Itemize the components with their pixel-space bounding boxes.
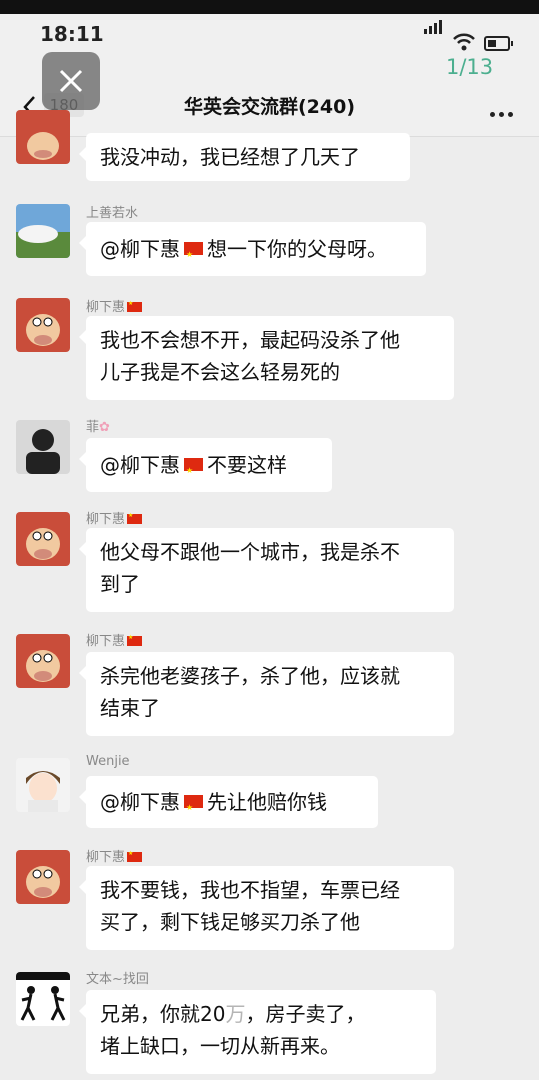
china-flag-icon (127, 634, 143, 646)
sender-name: 柳下惠 (86, 846, 143, 865)
avatar[interactable] (16, 850, 70, 904)
china-flag-icon (127, 300, 143, 312)
sender-name: 菲✿ (86, 420, 110, 435)
avatar[interactable] (16, 758, 70, 812)
sender-name: Wenjie (86, 754, 130, 769)
sender-name: 柳下惠 (86, 296, 143, 315)
china-flag-icon (184, 792, 203, 824)
flower-icon: ✿ (99, 420, 110, 435)
sender-name: 上善若水 (86, 206, 139, 221)
avatar[interactable] (16, 420, 70, 474)
mention[interactable]: @柳下惠 (100, 790, 180, 814)
avatar[interactable] (16, 972, 70, 1026)
more-options-icon[interactable] (490, 102, 517, 121)
message-bubble[interactable]: 我没冲动，我已经想了几天了 (79, 133, 410, 181)
image-pager: 1/13 (446, 55, 494, 79)
avatar[interactable] (16, 512, 70, 566)
china-flag-icon (184, 455, 203, 487)
mention[interactable]: @柳下惠 (100, 237, 180, 261)
china-flag-icon (184, 239, 203, 271)
sender-name: 文本~找回 (86, 972, 149, 987)
avatar[interactable] (16, 634, 70, 688)
avatar[interactable] (16, 110, 70, 164)
message-bubble[interactable]: 我也不会想不开，最起码没杀了他 儿子我是不会这么轻易死的 (79, 316, 454, 400)
sender-name: 柳下惠 (86, 630, 143, 649)
china-flag-icon (127, 850, 143, 862)
mention[interactable]: @柳下惠 (100, 453, 180, 477)
chat-title: 华英会交流群(240) (183, 96, 356, 118)
top-black-bar (0, 0, 539, 14)
message-bubble[interactable]: @柳下惠不要这样 (79, 438, 332, 492)
avatar[interactable] (16, 298, 70, 352)
wifi-icon (453, 33, 475, 51)
message-bubble[interactable]: 他父母不跟他一个城市，我是杀不 到了 (79, 528, 454, 612)
sender-name: 柳下惠 (86, 508, 143, 527)
message-bubble[interactable]: @柳下惠先让他赔你钱 (79, 776, 378, 828)
battery-icon (484, 36, 513, 51)
message-bubble[interactable]: 我不要钱，我也不指望，车票已经 买了，剩下钱足够买刀杀了他 (79, 866, 454, 950)
message-bubble[interactable]: 杀完他老婆孩子，杀了他，应该就 结束了 (79, 652, 454, 736)
message-bubble[interactable]: 兄弟，你就20万，房子卖了， 堵上缺口，一切从新再来。 (79, 990, 436, 1074)
message-bubble[interactable]: @柳下惠想一下你的父母呀。 (79, 222, 426, 276)
china-flag-icon (127, 512, 143, 524)
avatar[interactable] (16, 204, 70, 258)
close-icon (59, 69, 83, 93)
status-time: 18:11 (40, 22, 104, 46)
